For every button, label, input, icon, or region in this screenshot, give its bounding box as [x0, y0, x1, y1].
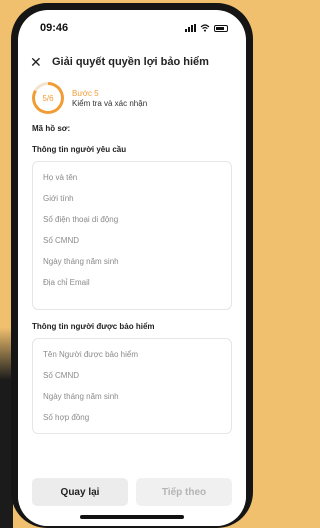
home-indicator	[80, 515, 184, 519]
insured-section-title: Thông tin người được bảo hiểm	[32, 322, 155, 331]
status-time: 09:46	[40, 22, 69, 34]
status-bar: 09:46	[18, 10, 246, 46]
progress-ring: 5/6	[32, 82, 64, 114]
insured-contract-field[interactable]: Số hợp đồng	[43, 407, 221, 428]
requester-id-field[interactable]: Số CMND	[43, 230, 221, 251]
requester-section-title: Thông tin người yêu cầu	[32, 145, 127, 154]
footer-actions: Quay lại Tiếp theo	[18, 470, 246, 526]
status-icons	[185, 24, 228, 32]
requester-info-card: Họ và tên Giới tính Số điện thoại di độn…	[32, 161, 232, 310]
step-description: Kiểm tra và xác nhận	[72, 98, 148, 108]
battery-icon	[214, 24, 228, 32]
next-button[interactable]: Tiếp theo	[136, 478, 232, 506]
insured-id-field[interactable]: Số CMND	[43, 365, 221, 386]
insured-info-card: Tên Người được bảo hiểm Số CMND Ngày thá…	[32, 338, 232, 434]
step-indicator: 5/6 Bước 5 Kiểm tra và xác nhận	[18, 78, 246, 120]
requester-name-field[interactable]: Họ và tên	[43, 167, 221, 188]
header: ✕ Giải quyết quyền lợi bảo hiểm	[18, 46, 246, 78]
step-name: Bước 5	[72, 88, 99, 98]
file-code-label: Mã hồ sơ:	[32, 124, 71, 133]
step-text: Bước 5 Kiểm tra và xác nhận	[72, 89, 147, 108]
wifi-icon	[200, 24, 210, 32]
requester-email-field[interactable]: Địa chỉ Email	[43, 272, 221, 293]
insured-dob-field[interactable]: Ngày tháng năm sinh	[43, 386, 221, 407]
signal-icon	[185, 24, 196, 32]
progress-count: 5/6	[35, 85, 61, 111]
page-title: Giải quyết quyền lợi bảo hiểm	[52, 56, 209, 68]
requester-dob-field[interactable]: Ngày tháng năm sinh	[43, 251, 221, 272]
phone-frame: 09:46 ✕ Giải quyết quyền lợi bảo hiểm 5/…	[11, 3, 253, 528]
requester-phone-field[interactable]: Số điện thoại di động	[43, 209, 221, 230]
close-icon[interactable]: ✕	[30, 54, 52, 71]
back-button[interactable]: Quay lại	[32, 478, 128, 506]
app-screen: 09:46 ✕ Giải quyết quyền lợi bảo hiểm 5/…	[18, 10, 246, 526]
insured-name-field[interactable]: Tên Người được bảo hiểm	[43, 344, 163, 365]
requester-gender-field[interactable]: Giới tính	[43, 188, 221, 209]
